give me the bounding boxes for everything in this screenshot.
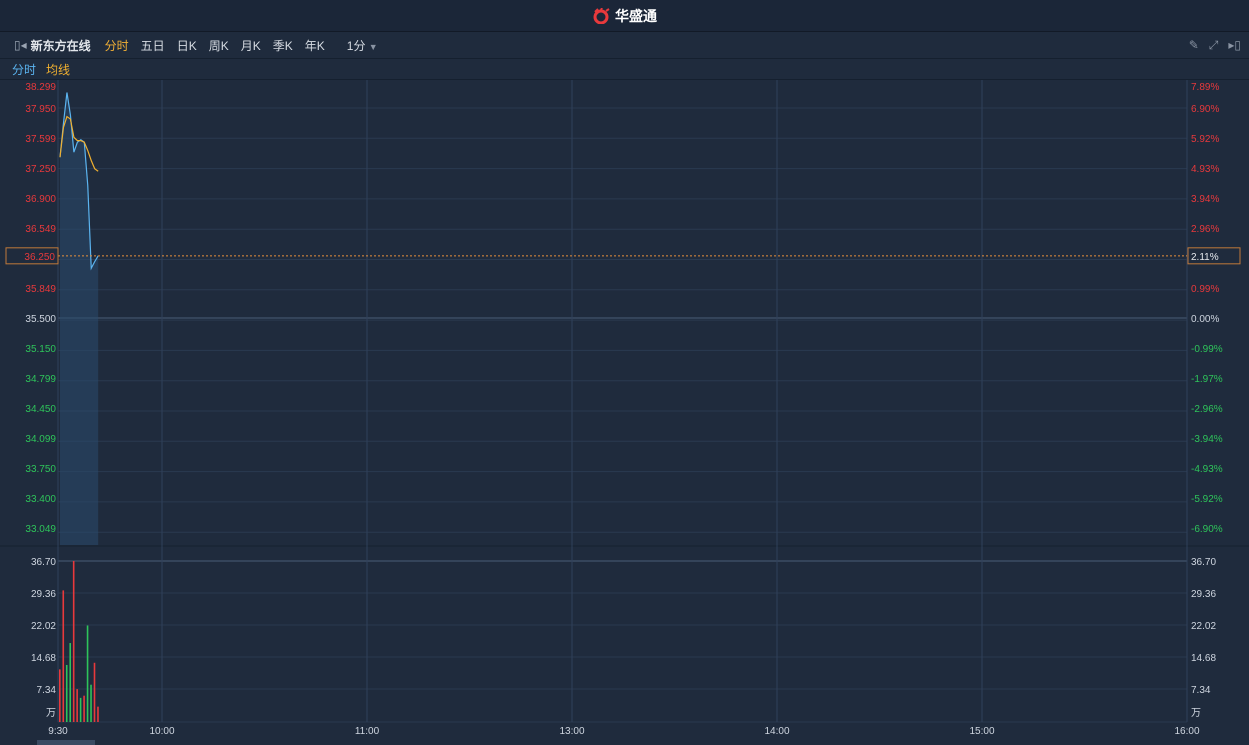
pct-tick: -4.93%	[1191, 464, 1223, 475]
pct-tick: -2.96%	[1191, 404, 1223, 415]
price-tick: 36.900	[25, 194, 56, 205]
pct-tick: 3.94%	[1191, 194, 1219, 205]
volume-bar	[83, 695, 85, 722]
price-tick: 34.799	[25, 374, 56, 385]
price-tick: 35.849	[25, 284, 56, 295]
volume-tick: 29.36	[31, 589, 56, 600]
volume-bar	[93, 662, 96, 722]
pct-tick: -1.97%	[1191, 374, 1223, 385]
volume-tick-right: 7.34	[1191, 685, 1211, 696]
price-tick: 37.950	[25, 104, 56, 115]
time-tick: 10:00	[149, 726, 174, 737]
volume-bar	[69, 643, 72, 722]
price-tick: 37.599	[25, 134, 56, 145]
volume-bar	[65, 664, 68, 722]
price-tick: 34.450	[25, 404, 56, 415]
time-tick: 14:00	[764, 726, 789, 737]
scrollbar-thumb[interactable]	[37, 740, 95, 745]
price-tick: 36.549	[25, 224, 56, 235]
pct-tick: 0.99%	[1191, 284, 1219, 295]
current-price-label: 36.250	[24, 252, 55, 263]
price-tick: 33.049	[25, 524, 56, 535]
time-tick: 13:00	[559, 726, 584, 737]
volume-bar	[97, 706, 99, 722]
pct-tick: 4.93%	[1191, 164, 1219, 175]
volume-unit: 万	[46, 708, 56, 719]
price-tick: 35.500	[25, 314, 56, 325]
volume-tick: 14.68	[31, 653, 56, 664]
volume-bar	[86, 625, 89, 722]
volume-bar	[62, 590, 65, 722]
price-tick: 33.750	[25, 464, 56, 475]
pct-tick: -0.99%	[1191, 344, 1223, 355]
time-tick: 16:00	[1174, 726, 1199, 737]
pct-tick: -6.90%	[1191, 524, 1223, 535]
price-tick: 33.400	[25, 494, 56, 505]
pct-tick: -3.94%	[1191, 434, 1223, 445]
volume-bar	[72, 561, 75, 722]
volume-tick-right: 36.70	[1191, 557, 1216, 568]
pct-tick: 5.92%	[1191, 134, 1219, 145]
price-tick: 37.250	[25, 164, 56, 175]
pct-tick: -5.92%	[1191, 494, 1223, 505]
intraday-chart[interactable]: 38.299 7.89% 37.950 6.90% 37.599 5.92% 37.250 4…	[0, 0, 1249, 745]
volume-bar	[76, 689, 78, 722]
current-pct-label: 2.11%	[1191, 252, 1219, 263]
time-tick: 11:00	[355, 726, 380, 737]
volume-tick-right: 22.02	[1191, 621, 1216, 632]
pct-tick: 6.90%	[1191, 104, 1219, 115]
price-area	[60, 92, 99, 546]
price-tick: 34.099	[25, 434, 56, 445]
price-tick: 35.150	[25, 344, 56, 355]
time-tick: 9:30	[48, 726, 68, 737]
pct-tick: 0.00%	[1191, 314, 1219, 325]
volume-unit-right: 万	[1191, 708, 1201, 719]
volume-bar	[59, 669, 61, 722]
volume-tick-right: 14.68	[1191, 653, 1216, 664]
volume-tick: 22.02	[31, 621, 56, 632]
pct-tick: 2.96%	[1191, 224, 1219, 235]
volume-bar	[79, 697, 82, 722]
price-tick: 38.299	[25, 82, 56, 93]
pct-tick: 7.89%	[1191, 82, 1219, 93]
volume-tick: 7.34	[37, 685, 57, 696]
volume-tick-right: 29.36	[1191, 589, 1216, 600]
time-tick: 15:00	[969, 726, 994, 737]
volume-tick: 36.70	[31, 557, 56, 568]
volume-bar	[90, 684, 92, 722]
